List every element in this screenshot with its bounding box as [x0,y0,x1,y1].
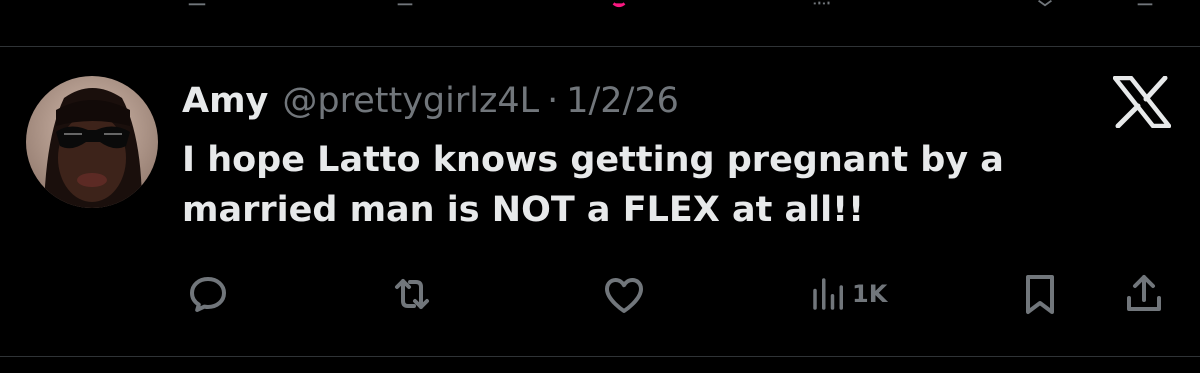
bookmark-icon[interactable] [1034,0,1056,8]
bookmark-icon [1026,275,1054,314]
retweet-icon [395,279,429,309]
reply-icon [190,277,226,312]
share-icon [1127,275,1161,311]
share-button[interactable] [1120,268,1168,320]
views-icon [813,278,843,310]
tweet-date[interactable]: 1/2/26 [566,78,679,124]
reply-icon[interactable] [186,0,208,8]
avatar-image [26,76,158,208]
header-separator: · [547,81,559,121]
share-icon[interactable] [1134,0,1156,8]
heart-icon[interactable] [608,0,630,8]
reply-button[interactable] [184,268,232,320]
display-name[interactable]: Amy [182,78,268,124]
tweet-header: Amy @prettygirlz4L · 1/2/26 [182,78,679,124]
views-button[interactable]: 1K [808,268,887,320]
views-icon[interactable] [812,0,834,8]
tweet-text: I hope Latto knows getting pregnant by a… [182,140,1004,230]
x-logo-icon[interactable] [1113,76,1171,128]
views-count: 1K [852,280,888,308]
bookmark-button[interactable] [1016,268,1064,320]
heart-icon [605,278,643,313]
like-button[interactable] [600,268,648,320]
retweet-button[interactable] [388,268,436,320]
previous-tweet-action-bar [0,0,1200,12]
tweet-divider [0,356,1200,357]
avatar[interactable] [26,76,158,208]
tweet-action-bar: 1K [0,268,1200,320]
tweet-divider [0,46,1200,47]
user-handle[interactable]: @prettygirlz4L [282,78,539,124]
retweet-icon[interactable] [394,0,416,8]
